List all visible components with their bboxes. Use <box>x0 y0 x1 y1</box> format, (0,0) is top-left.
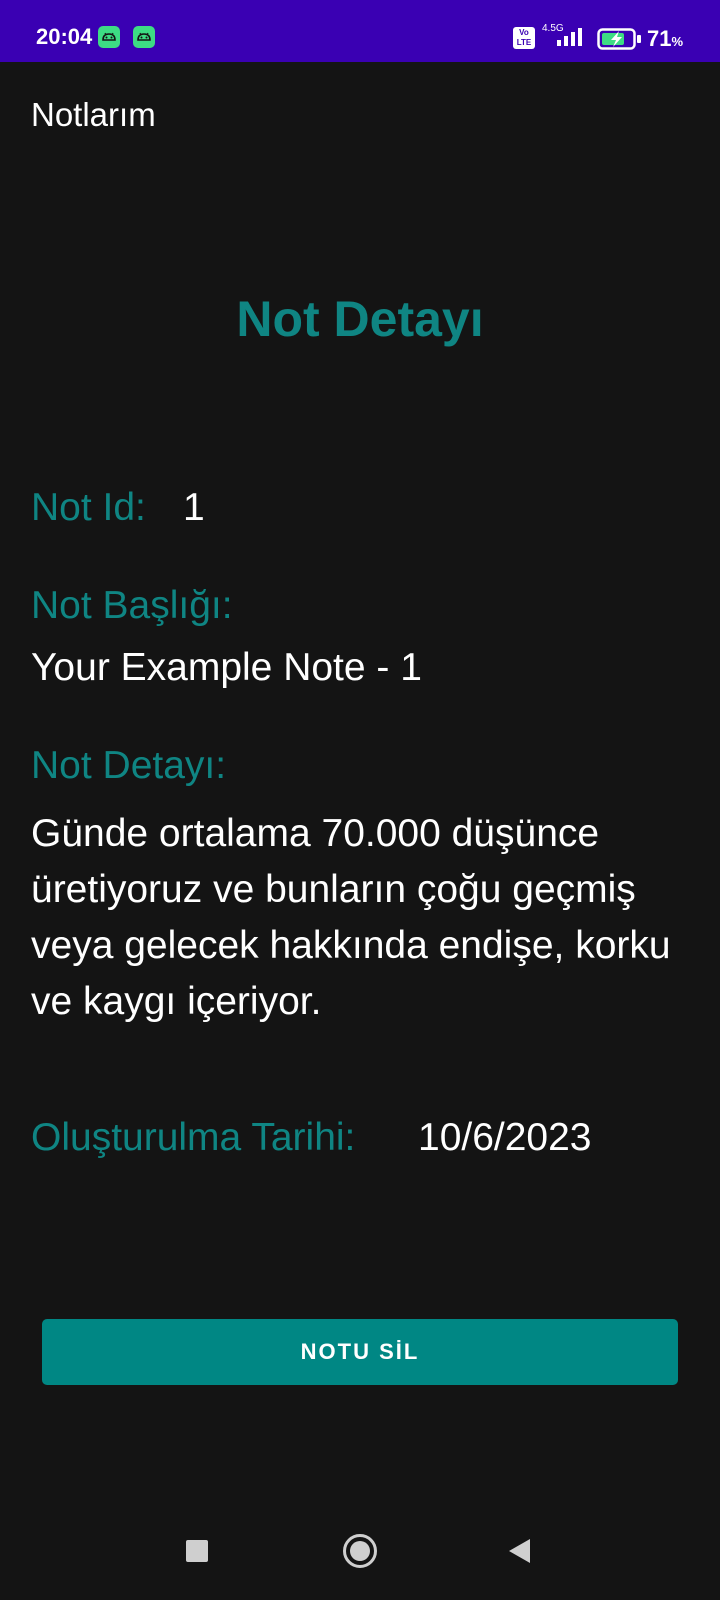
status-bar: 20:04 Vo LTE 4.5G 71% <box>0 0 720 62</box>
signal-icon <box>555 26 587 53</box>
android-app-icon <box>98 26 120 48</box>
recent-apps-icon[interactable] <box>186 1540 208 1562</box>
note-title-label: Not Başlığı: <box>31 584 233 627</box>
navigation-bar <box>0 1520 720 1590</box>
battery-percent: 71% <box>647 26 684 51</box>
status-time: 20:04 <box>36 24 93 49</box>
home-icon[interactable] <box>343 1534 377 1568</box>
android-app-icon <box>133 26 155 48</box>
note-id-value: 1 <box>183 486 205 529</box>
created-date-label: Oluşturulma Tarihi: <box>31 1116 356 1159</box>
note-id-label: Not Id: <box>31 486 146 529</box>
page-title: Not Detayı <box>236 291 484 347</box>
note-title-value: Your Example Note - 1 <box>31 646 422 689</box>
note-detail-label: Not Detayı: <box>31 744 227 787</box>
note-detail-value: Günde ortalama 70.000 düşünce üretiyoruz… <box>31 812 671 1023</box>
back-icon[interactable] <box>509 1539 530 1563</box>
battery-charging-icon <box>597 28 643 55</box>
app-bar-title: Notlarım <box>31 96 156 133</box>
created-date-value: 10/6/2023 <box>418 1116 592 1159</box>
delete-note-button[interactable]: NOTU SİL <box>42 1319 678 1385</box>
volte-icon: Vo LTE <box>513 27 535 49</box>
